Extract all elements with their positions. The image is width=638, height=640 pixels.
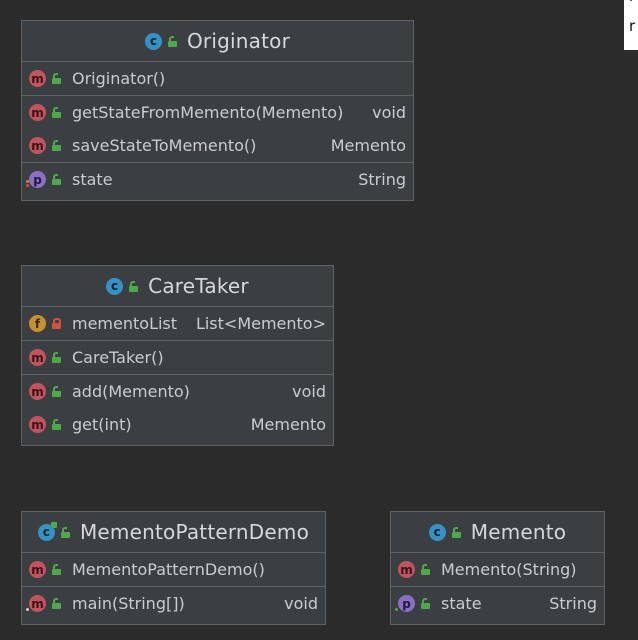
member-type: Memento (250, 415, 326, 434)
class-name: CareTaker (148, 274, 249, 298)
member-row[interactable]: p state String (22, 163, 413, 196)
methods-section: m main(String[]) void (22, 587, 325, 620)
member-row[interactable]: m CareTaker() (22, 341, 333, 374)
class-header: c Originator (22, 21, 413, 62)
member-name: add(Memento) (72, 382, 190, 401)
member-name: saveStateToMemento() (72, 136, 257, 155)
method-icon: m (29, 137, 46, 154)
member-name: CareTaker() (72, 348, 164, 367)
method-icon: m (29, 104, 46, 121)
member-name: state (441, 594, 482, 613)
constructor-section: m CareTaker() (22, 341, 333, 375)
member-name: main(String[]) (72, 594, 185, 613)
member-type: Memento (330, 136, 406, 155)
class-caretaker[interactable]: c CareTaker f mementoList List<Memento> … (21, 265, 334, 446)
member-row[interactable]: m getStateFromMemento(Memento) void (22, 96, 413, 129)
method-icon: m (29, 70, 46, 87)
member-row[interactable]: m saveStateToMemento() Memento (22, 129, 413, 162)
class-header: c MementoPatternDemo (22, 512, 325, 553)
unlock-icon (52, 73, 61, 84)
unlock-icon (52, 174, 61, 185)
unlock-icon (60, 526, 70, 538)
properties-section: p state String (22, 163, 413, 196)
unlock-icon (52, 386, 61, 397)
member-name: Originator() (72, 69, 166, 88)
class-originator[interactable]: c Originator m Originator() m getStateFr… (21, 20, 414, 201)
class-header: c CareTaker (22, 266, 333, 307)
member-row[interactable]: m main(String[]) void (22, 587, 325, 620)
constructor-section: m MementoPatternDemo() (22, 553, 325, 587)
member-name: mementoList (72, 314, 178, 333)
class-memento-pattern-demo[interactable]: c MementoPatternDemo m MementoPatternDem… (21, 511, 326, 625)
method-icon: m (29, 349, 46, 366)
class-memento[interactable]: c Memento m Memento(String) p state Stri… (390, 511, 605, 625)
class-icon: c (37, 521, 57, 541)
class-header: c Memento (391, 512, 604, 553)
unlock-icon (129, 280, 139, 292)
member-type: void (372, 103, 406, 122)
member-row[interactable]: m add(Memento) void (22, 375, 333, 408)
window-corner: r r (624, 0, 638, 50)
class-name: MementoPatternDemo (79, 520, 310, 544)
method-icon: m (26, 595, 46, 612)
class-icon: c (144, 32, 162, 50)
class-icon: c (106, 277, 124, 295)
class-icon: c (428, 523, 446, 541)
member-row[interactable]: m get(int) Memento (22, 408, 333, 441)
unlock-icon (52, 140, 61, 151)
member-name: Memento(String) (441, 560, 577, 579)
member-row[interactable]: f mementoList List<Memento> (22, 307, 333, 340)
member-type: String (358, 170, 406, 189)
property-icon: p (395, 595, 415, 612)
unlock-icon (421, 564, 430, 575)
fields-section: f mementoList List<Memento> (22, 307, 333, 341)
member-type: void (292, 382, 326, 401)
lock-icon (52, 318, 61, 329)
member-type: List<Memento> (195, 314, 326, 333)
methods-section: m getStateFromMemento(Memento) void m sa… (22, 96, 413, 163)
unlock-icon (167, 35, 177, 47)
class-name: Originator (186, 29, 290, 53)
member-row[interactable]: p state String (391, 587, 604, 620)
property-icon: p (26, 171, 46, 188)
member-name: get(int) (72, 415, 132, 434)
constructor-section: m Originator() (22, 62, 413, 96)
unlock-icon (421, 598, 430, 609)
member-row[interactable]: m Originator() (22, 62, 413, 95)
unlock-icon (52, 107, 61, 118)
constructor-section: m Memento(String) (391, 553, 604, 587)
field-icon: f (29, 315, 46, 332)
corner-text: r (629, 0, 635, 4)
unlock-icon (52, 419, 61, 430)
member-name: getStateFromMemento(Memento) (72, 103, 344, 122)
member-type: void (284, 594, 318, 613)
method-icon: m (29, 416, 46, 433)
class-name: Memento (470, 520, 567, 544)
method-icon: m (29, 383, 46, 400)
unlock-icon (52, 564, 61, 575)
methods-section: m add(Memento) void m get(int) Memento (22, 375, 333, 441)
method-icon: m (29, 561, 46, 578)
member-name: MementoPatternDemo() (72, 560, 265, 579)
unlock-icon (451, 526, 461, 538)
member-row[interactable]: m MementoPatternDemo() (22, 553, 325, 586)
unlock-icon (52, 598, 61, 609)
properties-section: p state String (391, 587, 604, 620)
member-type: String (549, 594, 597, 613)
member-name: state (72, 170, 113, 189)
method-icon: m (398, 561, 415, 578)
corner-text: r (629, 17, 636, 35)
unlock-icon (52, 352, 61, 363)
member-row[interactable]: m Memento(String) (391, 553, 604, 586)
